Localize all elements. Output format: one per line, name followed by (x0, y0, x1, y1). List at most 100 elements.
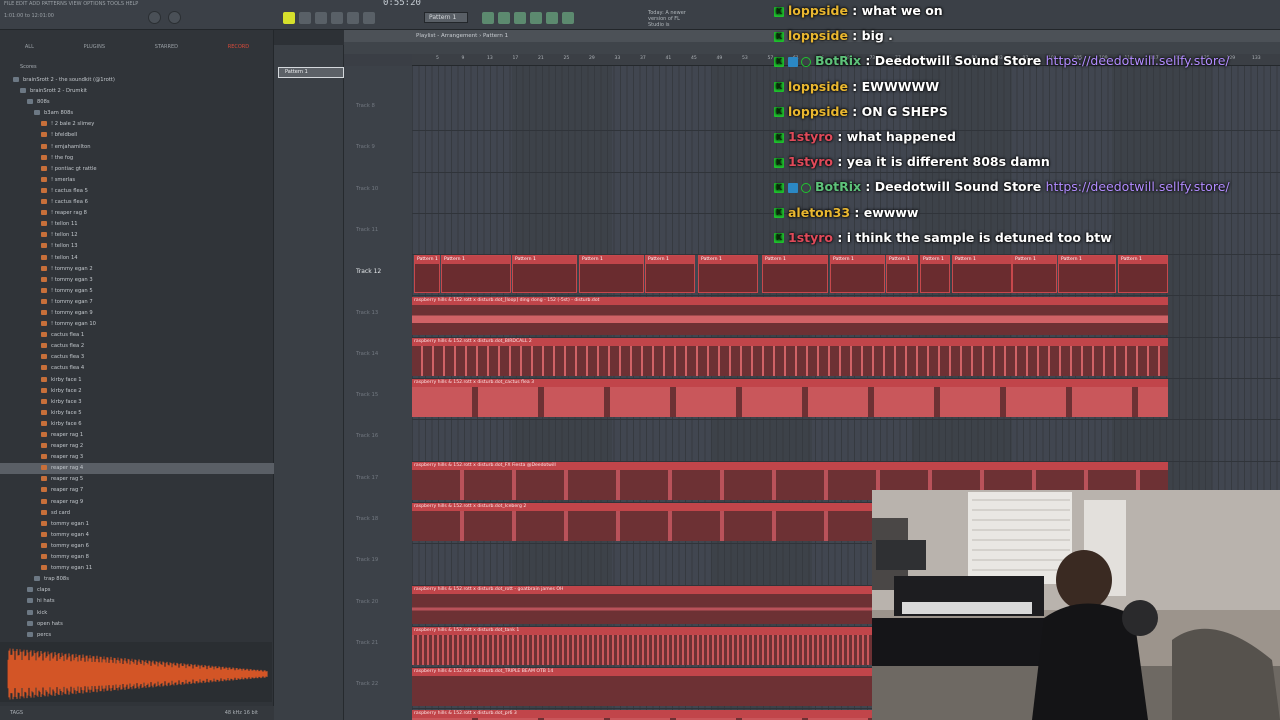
browser-folder[interactable]: brainSrott 2 - the soundkit (@1rott) (0, 75, 274, 86)
browser-sample[interactable]: ! tommy egan 2 (0, 264, 274, 275)
master-volume-knob[interactable] (148, 11, 161, 24)
pattern-clip[interactable]: Pattern 1 (886, 255, 918, 294)
menu-bar[interactable]: FILE EDIT ADD PATTERNS VIEW OPTIONS TOOL… (4, 1, 138, 7)
audio-clip[interactable]: raspberry hills & 152.rott x disturb.dot… (412, 626, 872, 665)
browser-sample[interactable]: tommy egan 6 (0, 541, 274, 552)
browser-sample[interactable]: reaper rag 2 (0, 441, 274, 452)
browser-sample[interactable]: tommy egan 8 (0, 552, 274, 563)
audio-clip[interactable]: raspberry hills & 152.rott x disturb.dot… (412, 585, 872, 624)
piano-roll-icon[interactable] (498, 12, 510, 24)
chat-username[interactable]: BotRix (815, 53, 861, 68)
browser-sample[interactable]: ! tellon 12 (0, 230, 274, 241)
track-header-label[interactable]: Track 15 (356, 392, 378, 398)
browser-sample[interactable]: sd card (0, 508, 274, 519)
browser-sample[interactable]: tommy egan 1 (0, 519, 274, 530)
chat-username[interactable]: aleton33 (788, 205, 850, 220)
browser-sample[interactable]: cactus flea 1 (0, 330, 274, 341)
browser-sample[interactable]: ! the fog (0, 153, 274, 164)
tab-record[interactable]: RECORD (228, 44, 249, 56)
mixer-icon[interactable] (530, 12, 542, 24)
browser-sample[interactable]: ! cactus flea 5 (0, 186, 274, 197)
track-header-label[interactable]: Track 9 (356, 144, 375, 150)
chat-username[interactable]: BotRix (815, 179, 861, 194)
track-header-label[interactable]: Track 22 (356, 681, 378, 687)
pattern-clip[interactable]: Pattern 1 (579, 255, 644, 294)
browser-sample[interactable]: ! tommy egan 9 (0, 308, 274, 319)
browser-sample[interactable]: tommy egan 11 (0, 563, 274, 574)
pattern-selector[interactable]: Pattern 1 (424, 12, 468, 23)
browser-icon[interactable] (546, 12, 558, 24)
tab-plugins[interactable]: PLUGINS (84, 44, 105, 56)
tempo-icon[interactable] (347, 12, 359, 24)
browser-sample[interactable]: ! tellon 13 (0, 241, 274, 252)
pattern-clip[interactable]: Pattern 1 (414, 255, 440, 294)
chat-username[interactable]: loppside (788, 3, 848, 18)
pattern-clip[interactable]: Pattern 1 (952, 255, 1012, 294)
tab-all[interactable]: ALL (25, 44, 34, 56)
browser-sample[interactable]: kirby face 5 (0, 408, 274, 419)
snap-icon[interactable] (363, 12, 375, 24)
chat-username[interactable]: 1styro (788, 230, 833, 245)
browser-sample[interactable]: reaper rag 3 (0, 452, 274, 463)
browser-sample[interactable]: ! tellon 11 (0, 219, 274, 230)
play-icon[interactable] (299, 12, 311, 24)
pattern-clip[interactable]: Pattern 1 (698, 255, 758, 294)
pattern-mode-button[interactable] (283, 12, 295, 24)
track-header-label[interactable]: Track 11 (356, 227, 378, 233)
pattern-clip[interactable]: Pattern 1 (1058, 255, 1116, 294)
pattern-clip[interactable]: Pattern 1 (762, 255, 828, 294)
browser-sample[interactable]: reaper rag 5 (0, 474, 274, 485)
pattern-clip[interactable]: Pattern 1 (1118, 255, 1168, 294)
scores-folder[interactable]: Scores (20, 64, 37, 70)
browser-folder[interactable]: trap 808s (0, 574, 274, 585)
stop-icon[interactable] (315, 12, 327, 24)
chat-username[interactable]: loppside (788, 104, 848, 119)
browser-folder[interactable]: claps (0, 585, 274, 596)
browser-sample[interactable]: tommy egan 4 (0, 530, 274, 541)
browser-sample[interactable]: reaper rag 7 (0, 485, 274, 496)
browser-folder[interactable]: brainSrott 2 - Drumkit (0, 86, 274, 97)
browser-sample[interactable]: cactus flea 4 (0, 363, 274, 374)
browser-sample[interactable]: ! emjahamilton (0, 142, 274, 153)
pattern-clip[interactable]: Pattern 1 (645, 255, 695, 294)
track-header-label[interactable]: Track 17 (356, 475, 378, 481)
plugin-icon[interactable] (562, 12, 574, 24)
browser-folder[interactable]: b3am 808s (0, 108, 274, 119)
browser-sample[interactable]: ! cactus flea 6 (0, 197, 274, 208)
browser-sample[interactable]: ! bfeldbell (0, 130, 274, 141)
browser-sample[interactable]: ! tommy egan 5 (0, 286, 274, 297)
chat-username[interactable]: loppside (788, 79, 848, 94)
track-lane[interactable] (412, 420, 1280, 462)
browser-folder[interactable]: percs (0, 630, 274, 641)
browser-sample[interactable]: ! tommy egan 10 (0, 319, 274, 330)
audio-clip[interactable]: raspberry hills & 152.rott x disturb.dot… (412, 379, 1168, 418)
master-pitch-knob[interactable] (168, 11, 181, 24)
audio-clip[interactable]: raspberry hills & 152.rott x disturb.dot… (412, 668, 872, 707)
track-header-label[interactable]: Track 8 (356, 103, 375, 109)
pattern-clip[interactable]: Pattern 1 (441, 255, 511, 294)
browser-folder[interactable]: open hats (0, 619, 274, 630)
browser-sample[interactable]: ! tellon 14 (0, 253, 274, 264)
browser-folder[interactable]: hi hats (0, 596, 274, 607)
browser-sample[interactable]: kirby face 6 (0, 419, 274, 430)
track-header-label[interactable]: Track 10 (356, 186, 378, 192)
track-header-label[interactable]: Track 16 (356, 433, 378, 439)
track-header-label[interactable]: Track 20 (356, 599, 378, 605)
audio-clip[interactable]: raspberry hills & 152.rott x disturb.dot… (412, 709, 872, 720)
track-header-label[interactable]: Track 19 (356, 557, 378, 563)
browser-sample[interactable]: ! reaper rag 8 (0, 208, 274, 219)
playlist-icon[interactable] (482, 12, 494, 24)
browser-sample[interactable]: cactus flea 3 (0, 352, 274, 363)
browser-sample[interactable]: reaper rag 4 (0, 463, 274, 475)
browser-sample[interactable]: kirby face 1 (0, 375, 274, 386)
chat-link[interactable]: https://deedotwill.sellfy.store/ (1046, 53, 1230, 68)
track-header-label[interactable]: Track 13 (356, 310, 378, 316)
tags-label[interactable]: TAGS (10, 710, 23, 716)
pattern-clip[interactable]: Pattern 1 (512, 255, 577, 294)
chat-link[interactable]: https://deedotwill.sellfy.store/ (1046, 179, 1230, 194)
record-icon[interactable] (331, 12, 343, 24)
browser-sample[interactable]: ! tommy egan 3 (0, 275, 274, 286)
audio-clip[interactable]: raspberry hills & 152.rott x disturb.dot… (412, 296, 1168, 335)
channel-rack-icon[interactable] (514, 12, 526, 24)
browser-sample[interactable]: ! 2 bale 2 slimey (0, 119, 274, 130)
